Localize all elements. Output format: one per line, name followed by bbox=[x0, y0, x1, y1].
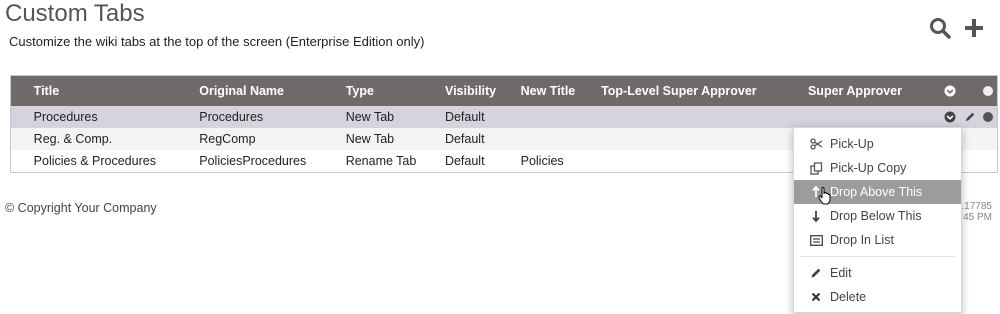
header-status-dot[interactable] bbox=[983, 86, 993, 96]
menu-item-pick-up[interactable]: Pick-Up bbox=[794, 132, 961, 156]
cell-title: Reg. & Comp. bbox=[33, 128, 200, 150]
menu-item-label: Pick-Up Copy bbox=[830, 161, 907, 175]
cell-original-name: Procedures bbox=[199, 106, 346, 128]
column-header-title[interactable]: Title bbox=[33, 75, 200, 106]
arrow-down-icon bbox=[809, 210, 823, 222]
cell-super-approver bbox=[807, 106, 938, 128]
menu-item-drop-in-list[interactable]: Drop In List bbox=[794, 228, 961, 252]
pencil-icon[interactable] bbox=[963, 110, 977, 124]
row-menu-icon[interactable] bbox=[943, 110, 957, 124]
cell-title: Policies & Procedures bbox=[33, 150, 200, 173]
table-header-row: Title Original Name Type Visibility New … bbox=[10, 75, 998, 106]
footer-copyright: © Copyright Your Company bbox=[5, 201, 157, 215]
cell-original-name: RegComp bbox=[199, 128, 346, 150]
list-icon bbox=[809, 234, 823, 246]
menu-item-label: Drop Above This bbox=[830, 185, 923, 199]
row-status-dot[interactable] bbox=[983, 112, 993, 122]
plus-icon[interactable] bbox=[962, 16, 986, 40]
cell-type: New Tab bbox=[345, 128, 445, 150]
menu-item-delete[interactable]: Delete bbox=[794, 285, 961, 309]
column-header-new-title[interactable]: New Title bbox=[520, 75, 602, 106]
scissors-icon bbox=[809, 138, 823, 150]
column-header-type[interactable]: Type bbox=[345, 75, 445, 106]
menu-divider bbox=[800, 256, 955, 257]
cell-type: New Tab bbox=[345, 106, 445, 128]
menu-item-edit[interactable]: Edit bbox=[794, 261, 961, 285]
menu-item-pick-up-copy[interactable]: Pick-Up Copy bbox=[794, 156, 961, 180]
column-header-super-approver[interactable]: Super Approver bbox=[807, 75, 938, 106]
hand-cursor-icon bbox=[818, 186, 832, 210]
copy-icon bbox=[809, 161, 823, 175]
column-header-original-name[interactable]: Original Name bbox=[199, 75, 346, 106]
cell-visibility: Default bbox=[444, 106, 521, 128]
column-header-top-level-super-approver[interactable]: Top-Level Super Approver bbox=[601, 75, 808, 106]
menu-item-label: Edit bbox=[830, 266, 852, 280]
column-header-visibility[interactable]: Visibility bbox=[444, 75, 521, 106]
x-icon bbox=[809, 292, 823, 302]
menu-item-label: Pick-Up bbox=[830, 137, 874, 151]
cell-title: Procedures bbox=[33, 106, 200, 128]
cell-top-level-super-approver bbox=[601, 128, 808, 150]
row-context-menu: Pick-Up Pick-Up Copy Drop Above This Dro… bbox=[793, 127, 962, 313]
pencil-icon bbox=[809, 267, 823, 279]
table-row[interactable]: Procedures Procedures New Tab Default bbox=[10, 106, 998, 128]
cell-top-level-super-approver bbox=[601, 150, 808, 173]
cell-top-level-super-approver bbox=[601, 106, 808, 128]
menu-item-label: Drop Below This bbox=[830, 209, 922, 223]
page-subtitle: Customize the wiki tabs at the top of th… bbox=[9, 34, 425, 49]
cell-new-title bbox=[520, 106, 602, 128]
header-select-icon[interactable] bbox=[943, 84, 957, 98]
menu-item-label: Delete bbox=[830, 290, 867, 304]
cell-visibility: Default bbox=[444, 150, 521, 173]
search-icon[interactable] bbox=[928, 16, 952, 40]
page-title: Custom Tabs bbox=[5, 0, 145, 27]
cell-visibility: Default bbox=[444, 128, 521, 150]
cell-new-title bbox=[520, 128, 602, 150]
cell-type: Rename Tab bbox=[345, 150, 445, 173]
menu-item-label: Drop In List bbox=[830, 233, 894, 247]
cell-new-title: Policies bbox=[520, 150, 602, 173]
top-toolbar bbox=[928, 16, 986, 40]
cell-original-name: PoliciesProcedures bbox=[199, 150, 346, 173]
